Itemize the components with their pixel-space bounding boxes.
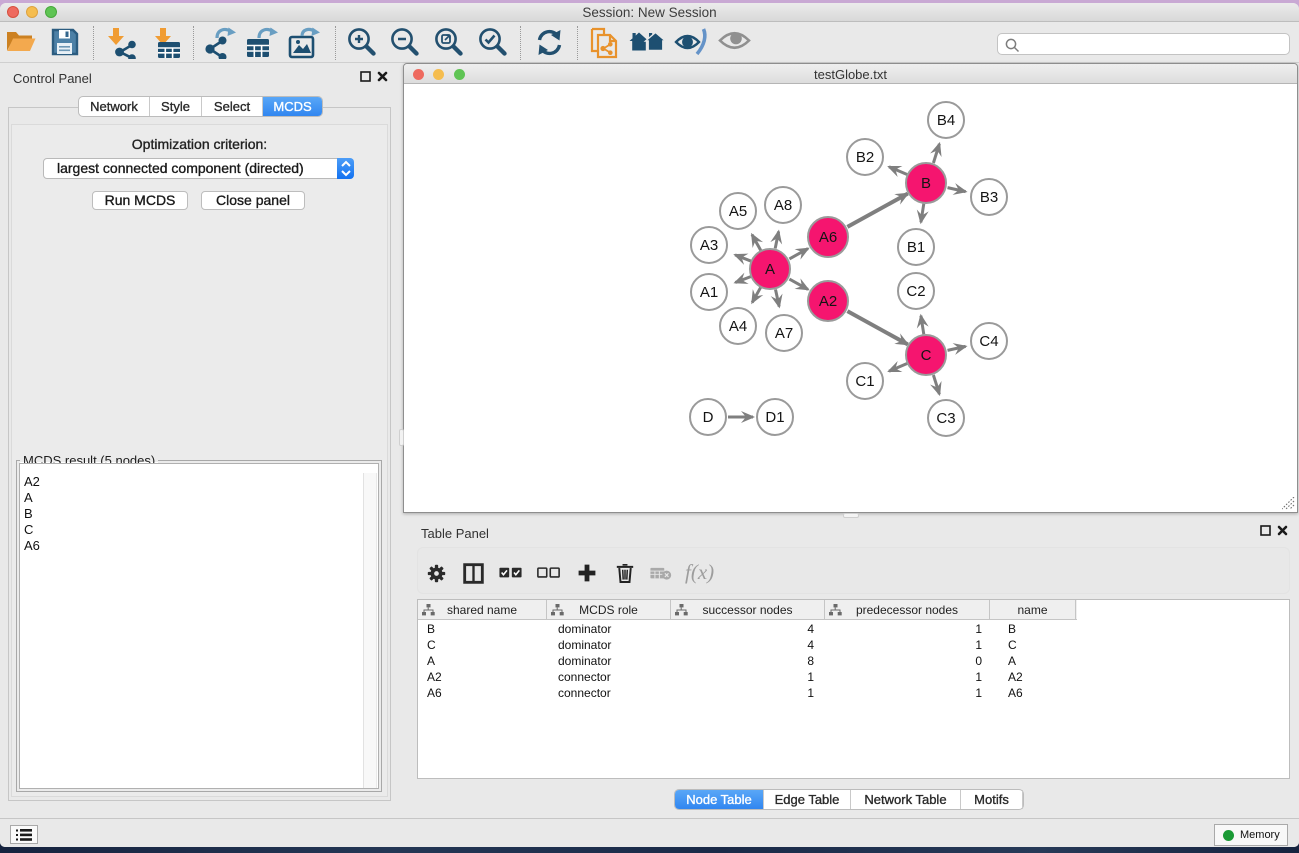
svg-text:D: D: [703, 409, 714, 426]
svg-text:A8: A8: [774, 197, 792, 214]
svg-text:B: B: [921, 175, 931, 192]
svg-text:A5: A5: [729, 203, 747, 220]
svg-text:A2: A2: [819, 293, 837, 310]
svg-text:A: A: [765, 261, 775, 278]
svg-text:A7: A7: [775, 325, 793, 342]
svg-text:A6: A6: [819, 229, 837, 246]
svg-text:A1: A1: [700, 284, 718, 301]
svg-text:C4: C4: [979, 333, 998, 350]
svg-text:B2: B2: [856, 149, 874, 166]
svg-text:A3: A3: [700, 237, 718, 254]
svg-text:A4: A4: [729, 318, 747, 335]
svg-text:C2: C2: [906, 283, 925, 300]
svg-text:C3: C3: [936, 410, 955, 427]
svg-text:B4: B4: [937, 112, 955, 129]
svg-text:D1: D1: [765, 409, 784, 426]
svg-text:C1: C1: [855, 373, 874, 390]
svg-text:B1: B1: [907, 239, 925, 256]
svg-text:B3: B3: [980, 189, 998, 206]
svg-text:C: C: [921, 347, 932, 364]
